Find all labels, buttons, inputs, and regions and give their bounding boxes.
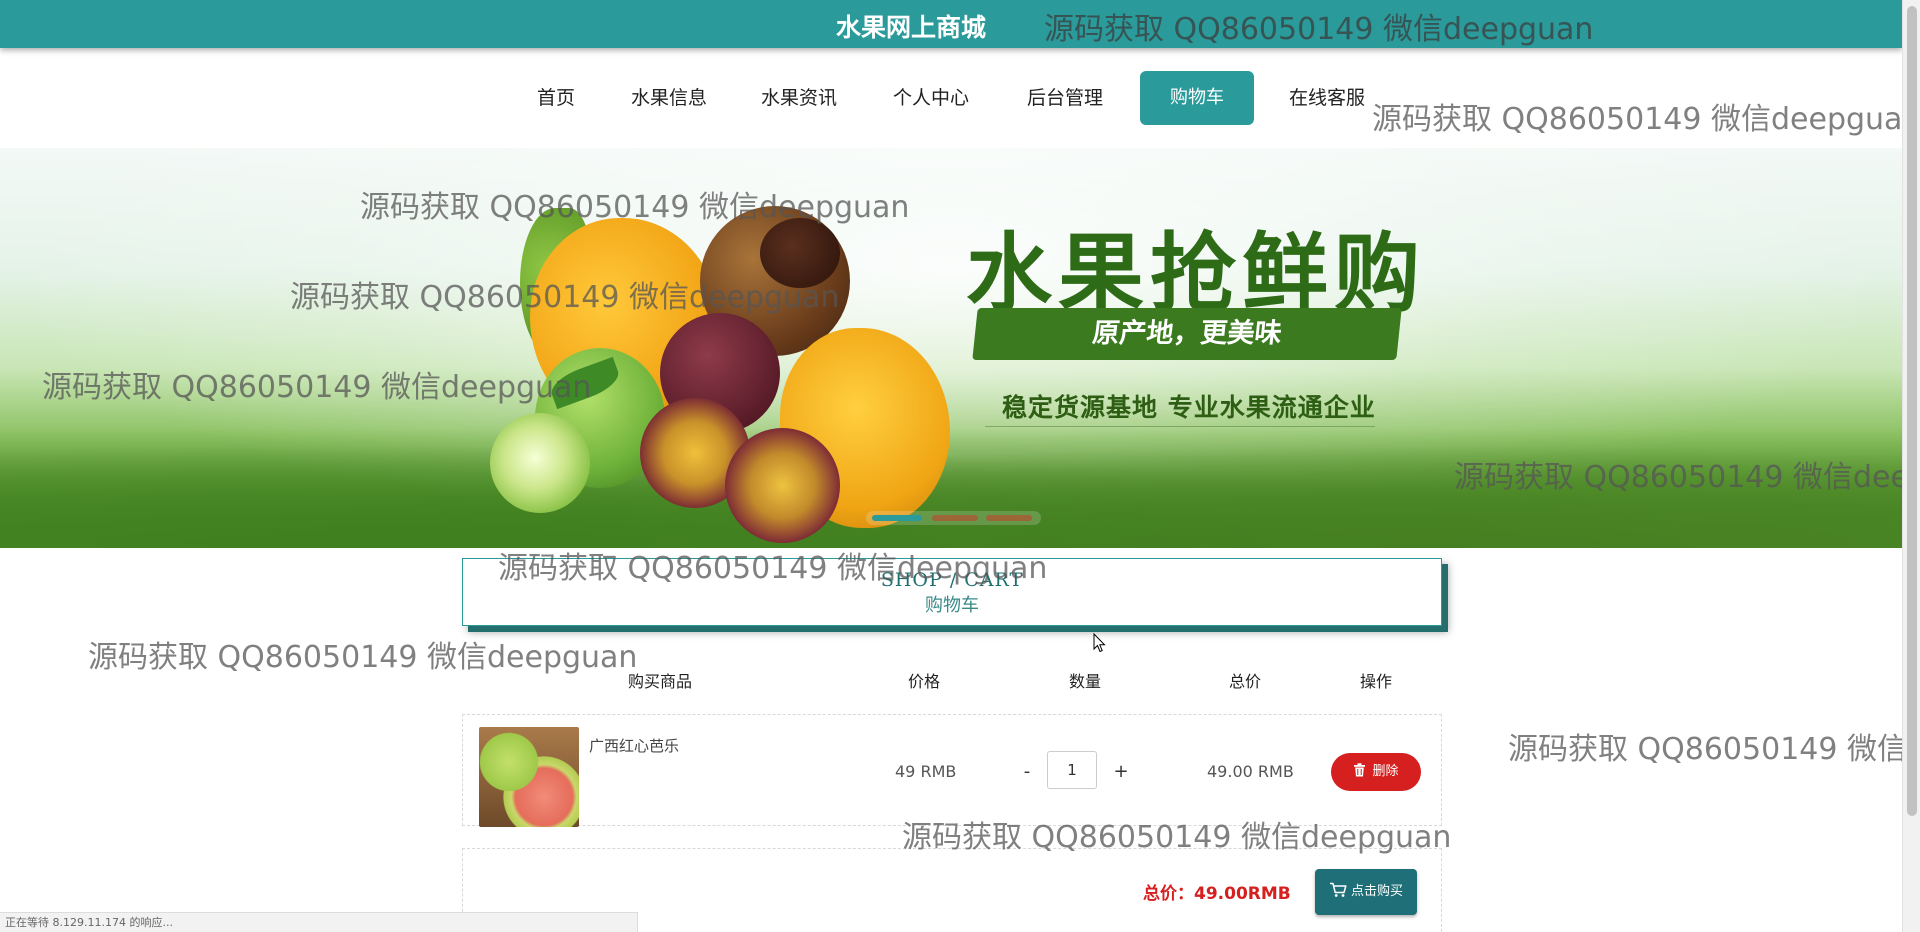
main-nav: 首页 水果信息 水果资讯 个人中心 后台管理 购物车 在线客服 bbox=[0, 48, 1902, 148]
nav-home[interactable]: 首页 bbox=[528, 71, 584, 125]
browser-status-bar: 正在等待 8.129.11.174 的响应... bbox=[0, 912, 638, 932]
product-price: 49 RMB bbox=[895, 762, 957, 781]
banner-tagline: 稳定货源基地 专业水果流通企业 bbox=[1002, 393, 1376, 422]
delete-button[interactable]: 删除 bbox=[1331, 753, 1421, 791]
trash-icon bbox=[1354, 763, 1366, 777]
buy-button[interactable]: 点击购买 bbox=[1315, 869, 1417, 915]
column-header-price: 价格 bbox=[908, 672, 941, 691]
product-name[interactable]: 广西红心芭乐 bbox=[589, 735, 679, 756]
page: 水果网上商城 首页 水果信息 水果资讯 个人中心 后台管理 购物车 在线客服 水… bbox=[0, 0, 1920, 932]
watermark-text: 源码获取 QQ86050149 微信deepguan bbox=[88, 640, 638, 675]
lime-slice-image bbox=[490, 413, 590, 513]
column-header-quantity: 数量 bbox=[1069, 672, 1102, 691]
nav-online-service[interactable]: 在线客服 bbox=[1282, 71, 1372, 125]
carousel-dot-3[interactable] bbox=[986, 515, 1032, 521]
cart-item-row: 广西红心芭乐 49 RMB - + 49.00 RMB 删除 bbox=[462, 714, 1442, 827]
product-thumbnail[interactable] bbox=[479, 727, 579, 827]
cart-title-cn: 购物车 bbox=[925, 595, 979, 616]
quantity-decrease-button[interactable]: - bbox=[1019, 761, 1035, 782]
mouse-cursor-icon bbox=[1093, 633, 1106, 653]
top-bar: 水果网上商城 bbox=[0, 0, 1902, 48]
shopping-cart-icon bbox=[1329, 882, 1347, 897]
buy-button-label: 点击购买 bbox=[1350, 884, 1403, 899]
watermark-text: 源码获取 QQ86050149 微信deepguan bbox=[1508, 732, 1920, 767]
banner-grass bbox=[0, 428, 1902, 548]
carousel-dot-2[interactable] bbox=[932, 515, 978, 521]
column-header-action: 操作 bbox=[1360, 672, 1393, 691]
hero-banner[interactable]: 水果抢鲜购 原产地，更美味 稳定货源基地 专业水果流通企业 bbox=[0, 148, 1902, 548]
cart-title-box: SHOP / CART 购物车 bbox=[462, 558, 1442, 626]
scrollbar-thumb[interactable] bbox=[1907, 6, 1917, 816]
cart-total: 总价：49.00RMB bbox=[1143, 884, 1291, 904]
column-header-total: 总价 bbox=[1229, 672, 1262, 691]
quantity-input[interactable] bbox=[1047, 751, 1097, 789]
nav-fruit-news[interactable]: 水果资讯 bbox=[754, 71, 844, 125]
passion-fruit-half-image-2 bbox=[725, 428, 840, 543]
carousel-dot-1[interactable] bbox=[872, 515, 922, 521]
quantity-increase-button[interactable]: + bbox=[1113, 761, 1129, 782]
nav-cart[interactable]: 购物车 bbox=[1140, 71, 1254, 125]
delete-button-label: 删除 bbox=[1372, 764, 1399, 779]
carousel-indicators bbox=[866, 511, 1041, 525]
page-scrollbar[interactable] bbox=[1902, 0, 1920, 932]
item-subtotal: 49.00 RMB bbox=[1207, 762, 1294, 781]
nav-personal-center[interactable]: 个人中心 bbox=[886, 71, 976, 125]
nav-admin[interactable]: 后台管理 bbox=[1020, 71, 1110, 125]
banner-divider bbox=[985, 426, 1375, 427]
cart-title-en: SHOP / CART bbox=[880, 569, 1024, 591]
nav-fruit-info[interactable]: 水果信息 bbox=[624, 71, 714, 125]
column-header-product: 购买商品 bbox=[628, 672, 693, 691]
banner-subheadline: 原产地，更美味 bbox=[972, 308, 1402, 360]
site-title: 水果网上商城 bbox=[836, 13, 987, 42]
longan-seed-image bbox=[760, 218, 840, 288]
